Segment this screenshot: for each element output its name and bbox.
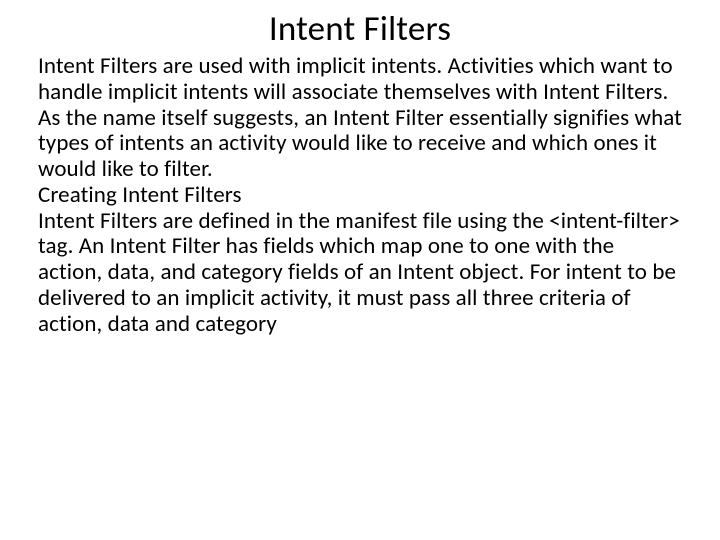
body-subheading: Creating Intent Filters — [38, 183, 682, 209]
slide: Intent Filters Intent Filters are used w… — [0, 0, 720, 540]
body-paragraph-2: Intent Filters are defined in the manife… — [38, 209, 682, 338]
slide-title: Intent Filters — [38, 8, 682, 50]
body-paragraph-1: Intent Filters are used with implicit in… — [38, 54, 682, 183]
slide-body: Intent Filters are used with implicit in… — [38, 54, 682, 337]
